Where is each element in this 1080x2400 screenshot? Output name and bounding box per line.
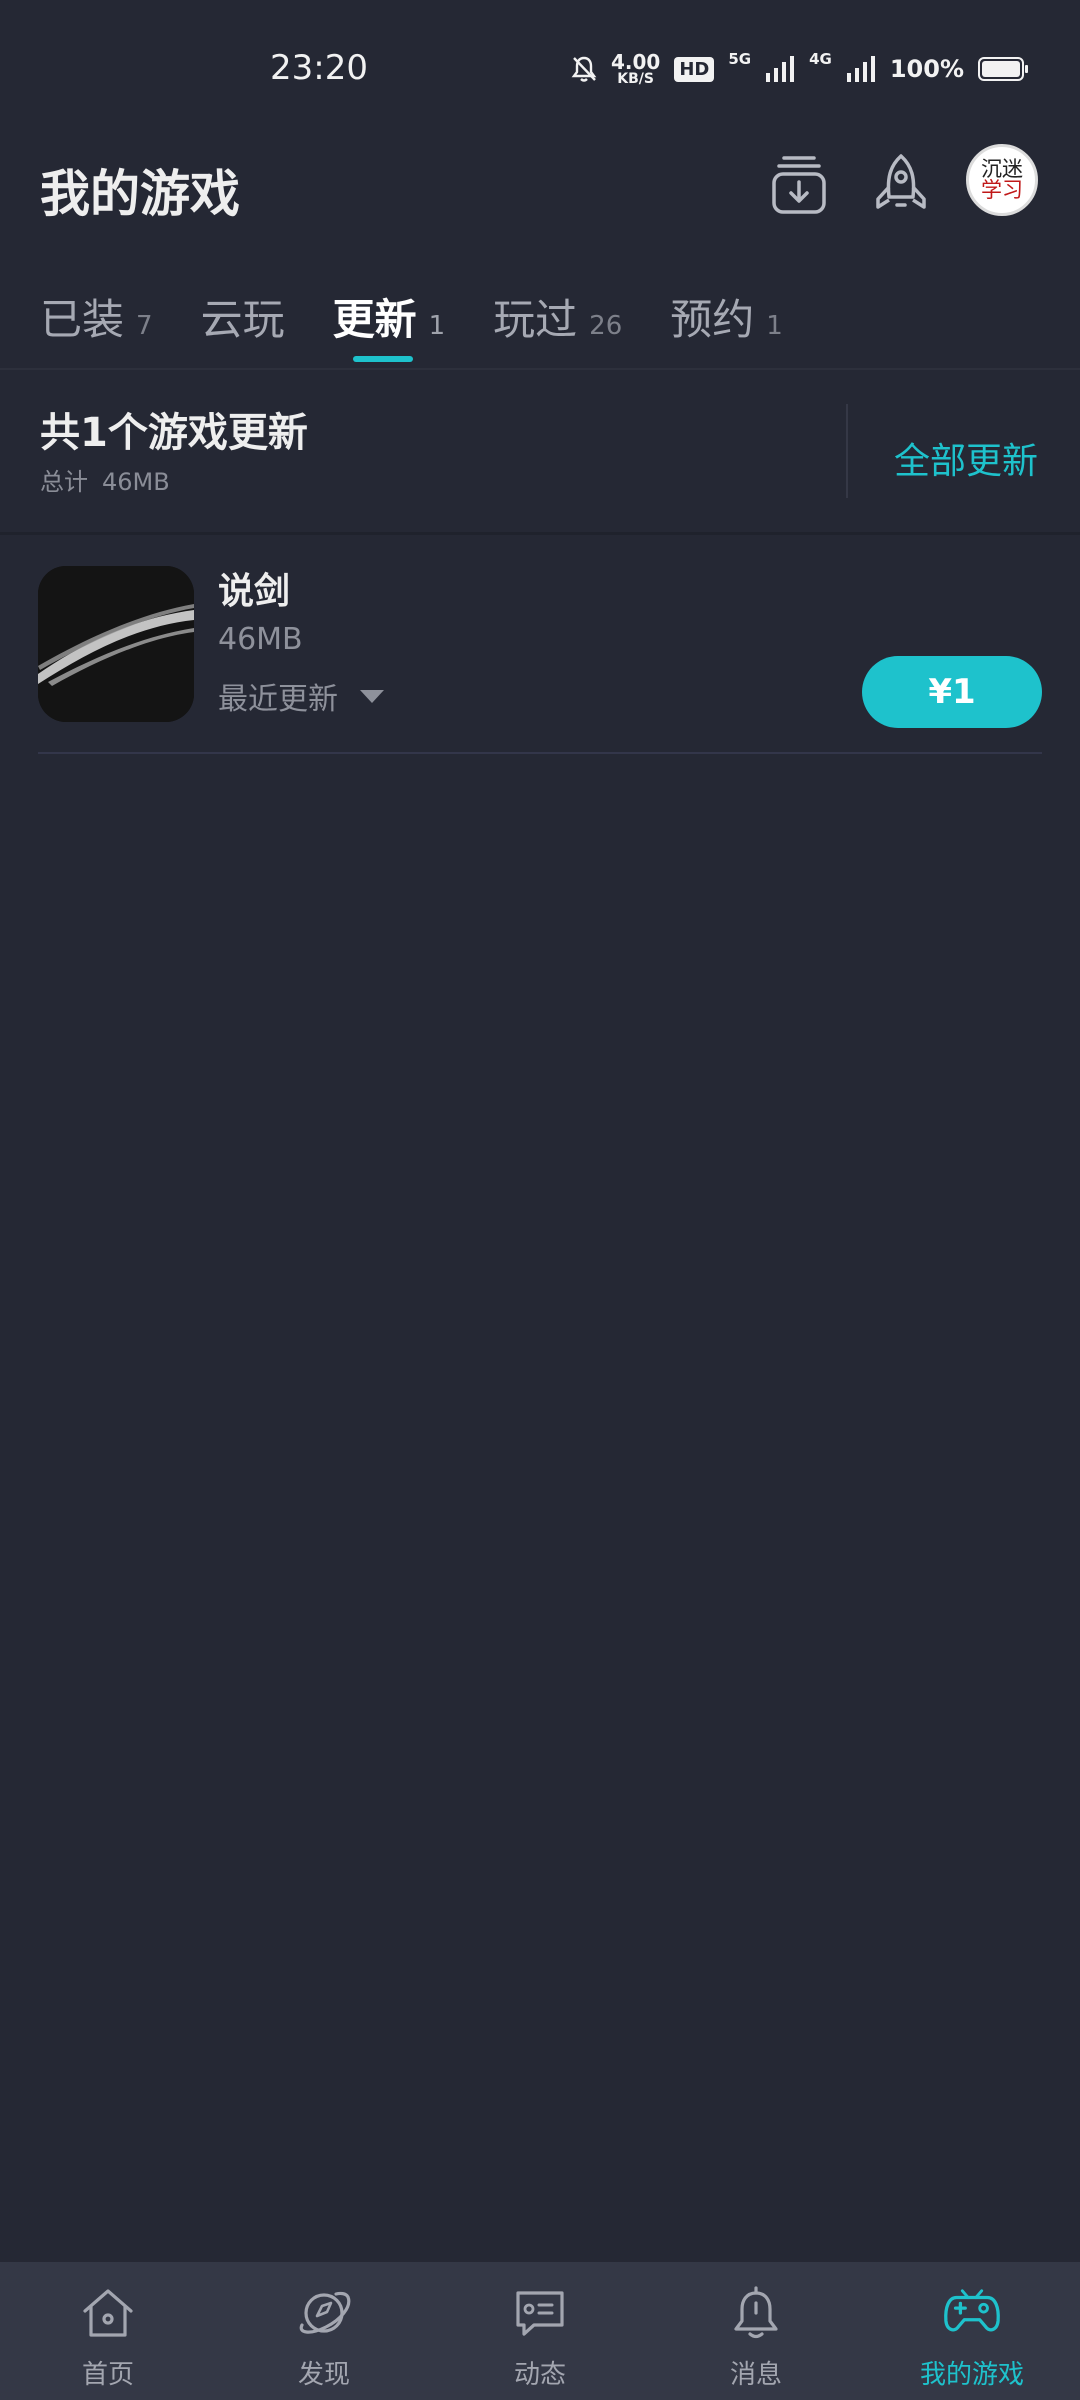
caret-down-icon xyxy=(360,689,384,703)
summary-divider-line xyxy=(0,532,1080,535)
download-manager-button[interactable] xyxy=(764,150,834,220)
game-icon[interactable] xyxy=(38,566,194,722)
game-logo-brush-icon xyxy=(38,566,194,722)
status-bar: 23:20 4.00 KB/S HD 5G 4G 100% xyxy=(0,0,1080,140)
recent-update-toggle[interactable]: 最近更新 xyxy=(218,674,384,718)
price-button[interactable]: ¥1 xyxy=(862,656,1042,728)
net-speed: 4.00 KB/S xyxy=(610,50,661,87)
signal-5g-icon xyxy=(766,56,795,82)
summary-total: 总计 46MB xyxy=(40,468,170,496)
speed-boost-button[interactable] xyxy=(866,150,936,220)
header: 我的游戏 沉迷 学习 xyxy=(0,140,1080,250)
feed-message-icon xyxy=(516,2291,564,2336)
nav-feed[interactable]: 动态 xyxy=(432,2262,648,2400)
bell-icon xyxy=(734,2286,778,2339)
download-icon xyxy=(772,156,826,214)
network-5g-label: 5G xyxy=(728,50,752,68)
status-icons: 4.00 KB/S HD 5G 4G 100% xyxy=(571,50,1028,87)
tab-installed[interactable]: 已装 7 xyxy=(40,270,153,350)
page-title: 我的游戏 xyxy=(40,165,240,223)
avatar[interactable]: 沉迷 学习 xyxy=(966,144,1038,216)
game-size: 46MB xyxy=(218,622,303,657)
rocket-icon xyxy=(876,154,926,209)
signal-4g-icon xyxy=(846,56,875,82)
tab-reserved[interactable]: 预约 1 xyxy=(670,270,783,350)
battery-percent: 100% xyxy=(889,55,964,83)
update-all-button[interactable]: 全部更新 xyxy=(894,432,1038,484)
battery-icon xyxy=(978,57,1028,81)
mute-bell-icon xyxy=(571,56,597,82)
tab-played[interactable]: 玩过 26 xyxy=(493,270,622,350)
bottom-nav: 首页 发现 动态 消息 我的游戏 xyxy=(0,2262,1080,2400)
summary-title: 共1个游戏更新 xyxy=(40,410,308,456)
nav-discover[interactable]: 发现 xyxy=(216,2262,432,2400)
tab-updates[interactable]: 更新 1 xyxy=(333,270,445,362)
nav-messages[interactable]: 消息 xyxy=(648,2262,864,2400)
status-time: 23:20 xyxy=(270,48,368,88)
nav-my-games[interactable]: 我的游戏 xyxy=(864,2262,1080,2400)
update-summary: 共1个游戏更新 总计 46MB 全部更新 xyxy=(0,370,1080,534)
nav-home[interactable]: 首页 xyxy=(0,2262,216,2400)
network-4g-label: 4G xyxy=(809,50,832,68)
home-icon xyxy=(83,2289,133,2337)
summary-divider xyxy=(846,404,848,498)
hd-badge: HD xyxy=(674,56,715,82)
gamepad-icon xyxy=(944,2289,1000,2332)
tab-cloud-play[interactable]: 云玩 xyxy=(201,270,285,350)
list-item[interactable]: 说剑 46MB 最近更新 ¥1 xyxy=(38,560,1042,754)
game-name: 说剑 xyxy=(218,571,291,612)
tab-bar: 已装 7 云玩 更新 1 玩过 26 预约 1 xyxy=(0,270,1080,370)
discover-planet-icon xyxy=(299,2291,351,2334)
row-divider xyxy=(38,752,1042,754)
